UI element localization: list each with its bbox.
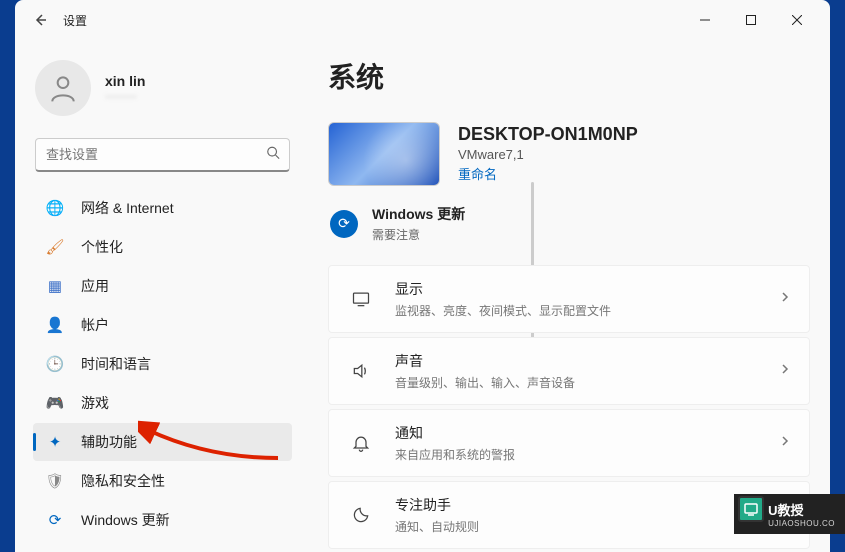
avatar — [35, 60, 91, 116]
nav-label: 网络 & Internet — [81, 198, 174, 218]
card-subtitle: 通知、自动规则 — [395, 518, 479, 535]
back-button[interactable] — [25, 5, 55, 35]
moon-icon — [347, 505, 375, 525]
settings-card-display[interactable]: 显示 监视器、亮度、夜间模式、显示配置文件 — [328, 265, 810, 333]
window-controls — [682, 4, 820, 36]
nav-icon: 👤 — [45, 315, 65, 335]
card-subtitle: 监视器、亮度、夜间模式、显示配置文件 — [395, 302, 611, 319]
sidebar-item-4[interactable]: 🕒 时间和语言 — [33, 345, 292, 383]
nav-icon: ▦ — [45, 276, 65, 296]
display-icon — [347, 289, 375, 309]
person-icon — [47, 72, 79, 104]
device-thumbnail — [328, 122, 440, 186]
watermark-logo-icon — [738, 496, 764, 522]
search-box — [35, 138, 290, 172]
update-sync-icon: ⟳ — [330, 210, 358, 238]
main-panel: 系统 DESKTOP-ON1M0NP VMware7,1 重命名 ⟳ Windo… — [310, 40, 830, 552]
sidebar-item-6[interactable]: ✦ 辅助功能 — [33, 423, 292, 461]
nav-label: Windows 更新 — [81, 510, 170, 530]
nav-label: 帐户 — [81, 315, 109, 335]
user-profile[interactable]: xin lin ········ — [27, 40, 298, 126]
windows-update-row[interactable]: ⟳ Windows 更新 需要注意 — [328, 204, 810, 243]
settings-card-sound[interactable]: 声音 音量级别、输出、输入、声音设备 — [328, 337, 810, 405]
card-subtitle: 音量级别、输出、输入、声音设备 — [395, 374, 575, 391]
nav-label: 个性化 — [81, 237, 123, 257]
bell-icon — [347, 433, 375, 453]
user-name: xin lin — [105, 73, 145, 89]
search-input[interactable] — [35, 138, 290, 172]
nav-icon: 🕒 — [45, 354, 65, 374]
sidebar-item-7[interactable]: 🛡 隐私和安全性 — [33, 462, 292, 500]
back-arrow-icon — [32, 12, 48, 28]
rename-link[interactable]: 重命名 — [458, 164, 497, 183]
nav-label: 游戏 — [81, 393, 109, 413]
page-title: 系统 — [328, 56, 810, 96]
sound-icon — [347, 361, 375, 381]
nav-icon: ⟳ — [45, 510, 65, 530]
sidebar-item-1[interactable]: 🖌 个性化 — [33, 228, 292, 266]
update-title: Windows 更新 — [372, 204, 465, 224]
watermark-text: U教授 — [768, 500, 835, 519]
maximize-icon — [746, 15, 756, 25]
titlebar: 设置 — [15, 0, 830, 40]
nav-icon: 🛡 — [45, 471, 65, 491]
card-title: 通知 — [395, 423, 515, 443]
search-icon — [266, 146, 280, 165]
nav-label: 隐私和安全性 — [81, 471, 165, 491]
card-title: 显示 — [395, 279, 611, 299]
sidebar-item-8[interactable]: ⟳ Windows 更新 — [33, 501, 292, 539]
sidebar: xin lin ········ 🌐 网络 & Internet 🖌 个性化 ▦ 应用 👤 帐… — [15, 40, 310, 552]
minimize-button[interactable] — [682, 4, 728, 36]
window-body: xin lin ········ 🌐 网络 & Internet 🖌 个性化 ▦ 应用 👤 帐… — [15, 40, 830, 552]
device-model: VMware7,1 — [458, 147, 638, 162]
settings-card-bell[interactable]: 通知 来自应用和系统的警报 — [328, 409, 810, 477]
update-status: 需要注意 — [372, 226, 465, 243]
nav-icon: 🌐 — [45, 198, 65, 218]
window-title: 设置 — [63, 12, 87, 29]
chevron-right-icon — [779, 434, 791, 452]
nav-list: 🌐 网络 & Internet 🖌 个性化 ▦ 应用 👤 帐户 🕒 时间和语言 🎮 游戏 ✦ 辅助功能 🛡 隐… — [27, 184, 298, 552]
sidebar-item-5[interactable]: 🎮 游戏 — [33, 384, 292, 422]
chevron-right-icon — [779, 362, 791, 380]
user-email: ········ — [105, 89, 145, 103]
nav-label: 辅助功能 — [81, 432, 137, 452]
card-subtitle: 来自应用和系统的警报 — [395, 446, 515, 463]
device-name: DESKTOP-ON1M0NP — [458, 124, 638, 145]
watermark: U教授 UJIAOSHOU.CO — [734, 494, 845, 534]
nav-label: 应用 — [81, 276, 109, 296]
nav-icon: 🎮 — [45, 393, 65, 413]
sidebar-item-3[interactable]: 👤 帐户 — [33, 306, 292, 344]
settings-window: 设置 xin lin ········ — [15, 0, 830, 552]
nav-icon: 🖌 — [45, 237, 65, 257]
device-info: DESKTOP-ON1M0NP VMware7,1 重命名 — [328, 122, 810, 186]
close-icon — [792, 15, 802, 25]
close-button[interactable] — [774, 4, 820, 36]
sidebar-item-2[interactable]: ▦ 应用 — [33, 267, 292, 305]
nav-label: 时间和语言 — [81, 354, 151, 374]
maximize-button[interactable] — [728, 4, 774, 36]
card-title: 声音 — [395, 351, 575, 371]
watermark-url: UJIAOSHOU.CO — [768, 519, 835, 528]
sidebar-item-0[interactable]: 🌐 网络 & Internet — [33, 189, 292, 227]
nav-icon: ✦ — [45, 432, 65, 452]
chevron-right-icon — [779, 290, 791, 308]
minimize-icon — [700, 15, 710, 25]
card-title: 专注助手 — [395, 495, 479, 515]
